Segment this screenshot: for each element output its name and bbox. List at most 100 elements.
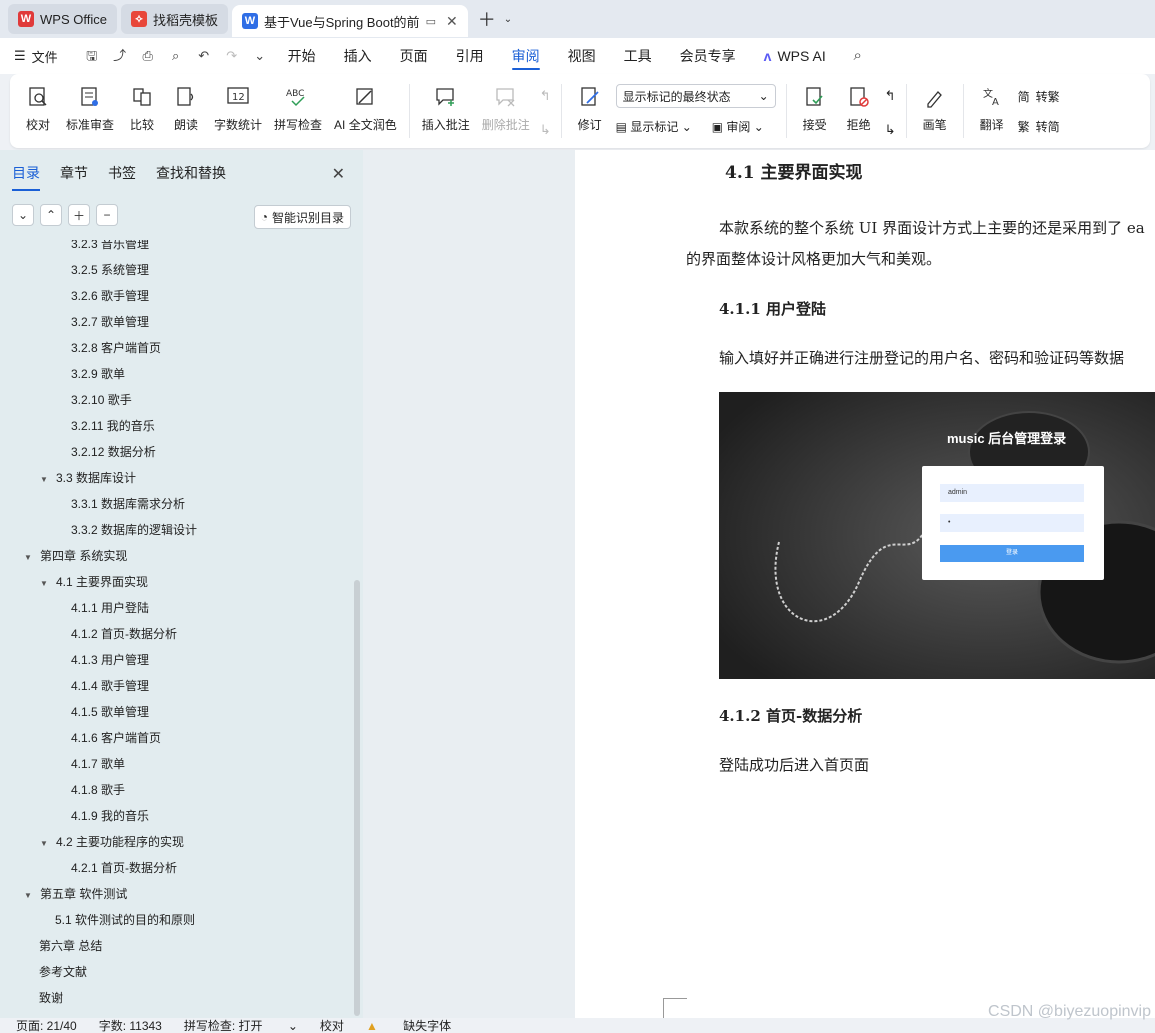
- smart-toc-button[interactable]: ◔ 智能识别目录: [253, 205, 351, 229]
- spell-check-indicator[interactable]: 拼写检查: 打开 ⌄: [184, 1017, 298, 1033]
- save-icon[interactable]: 🖫: [84, 48, 100, 64]
- menu-reference[interactable]: 引用: [456, 38, 484, 74]
- word-count-indicator[interactable]: 字数: 11343: [99, 1017, 162, 1033]
- menu-view[interactable]: 视图: [568, 38, 596, 74]
- toc-item[interactable]: 3.3.1 数据库需求分析: [71, 494, 185, 514]
- delete-comment-button[interactable]: 删除批注: [476, 80, 536, 142]
- close-pane-icon[interactable]: ✕: [332, 164, 345, 184]
- menu-member[interactable]: 会员专享: [680, 38, 736, 74]
- chevron-down-icon[interactable]: ⌄: [504, 14, 512, 25]
- remove-heading-icon[interactable]: −: [96, 204, 118, 226]
- tab-bookmarks[interactable]: 书签: [108, 163, 136, 183]
- search-icon[interactable]: ⌕: [850, 48, 866, 64]
- menu-tools[interactable]: 工具: [624, 38, 652, 74]
- close-tab-icon[interactable]: ✕: [446, 13, 458, 30]
- document-page[interactable]: 4.1 主要界面实现 本款系统的整个系统 UI 界面设计方式上主要的还是采用到了…: [575, 150, 1155, 1018]
- toc-item[interactable]: 4.1.8 歌手: [71, 780, 125, 800]
- toc-item[interactable]: 3.2.7 歌单管理: [71, 312, 149, 332]
- toc-item[interactable]: 4.1.2 首页-数据分析: [71, 624, 177, 644]
- toc-item[interactable]: ▼ 4.2 主要功能程序的实现: [40, 832, 184, 852]
- toc-item[interactable]: 3.2.6 歌手管理: [71, 286, 149, 306]
- expand-toggle-icon[interactable]: ▼: [40, 470, 50, 490]
- redo-icon[interactable]: ↷: [224, 48, 240, 64]
- toc-item[interactable]: 3.2.3 音乐管理: [71, 240, 149, 254]
- share-icon[interactable]: ⤴: [112, 48, 128, 64]
- toc-item[interactable]: 参考文献: [39, 962, 87, 982]
- toc-item[interactable]: 4.1.5 歌单管理: [71, 702, 149, 722]
- toc-item[interactable]: 3.2.10 歌手: [71, 390, 132, 410]
- print-preview-icon[interactable]: ⌕: [168, 48, 184, 64]
- toc-item[interactable]: ▼ 第四章 系统实现: [24, 546, 127, 566]
- expand-toggle-icon[interactable]: ▼: [40, 574, 50, 594]
- track-changes-button[interactable]: 修订: [568, 80, 612, 142]
- missing-font-indicator[interactable]: ▲ 缺失字体: [366, 1017, 473, 1033]
- spell-check-button[interactable]: ABC 拼写检查: [268, 80, 328, 142]
- menu-page[interactable]: 页面: [400, 38, 428, 74]
- expand-up-icon[interactable]: ⌃: [40, 204, 62, 226]
- prev-change-icon[interactable]: ↰: [885, 88, 896, 104]
- proof-indicator[interactable]: 校对: [320, 1017, 344, 1033]
- ai-polish-button[interactable]: AI 全文润色: [328, 80, 403, 142]
- print-icon[interactable]: ⎙: [140, 48, 156, 64]
- toc-item[interactable]: 3.2.8 客户端首页: [71, 338, 161, 358]
- prev-comment-icon[interactable]: ↰: [540, 88, 551, 104]
- tab-docer[interactable]: ⟡ 找稻壳模板: [120, 4, 228, 34]
- toc-item[interactable]: 4.1.6 客户端首页: [71, 728, 161, 748]
- reject-button[interactable]: 拒绝: [837, 80, 881, 142]
- proof-button[interactable]: 校对: [16, 80, 60, 142]
- toc-item[interactable]: 3.3.2 数据库的逻辑设计: [71, 520, 197, 540]
- toc-item[interactable]: 3.2.9 歌单: [71, 364, 125, 384]
- tab-wps-office[interactable]: W WPS Office: [8, 4, 117, 34]
- expand-toggle-icon[interactable]: ▼: [40, 834, 50, 854]
- toc-item[interactable]: 3.2.11 我的音乐: [71, 416, 155, 436]
- tab-toc[interactable]: 目录: [12, 163, 40, 191]
- menu-review[interactable]: 审阅: [511, 38, 540, 74]
- wps-ai-button[interactable]: ᴧ WPS AI: [764, 48, 826, 64]
- tab-find-replace[interactable]: 查找和替换: [156, 163, 226, 183]
- toc-item[interactable]: ▼ 3.3 数据库设计: [40, 468, 136, 488]
- tab-sections[interactable]: 章节: [60, 163, 88, 183]
- toc-item[interactable]: 3.2.5 系统管理: [71, 260, 149, 280]
- translate-button[interactable]: 文A 翻译: [970, 80, 1014, 142]
- toc-scrollbar[interactable]: [354, 580, 360, 1016]
- expand-toggle-icon[interactable]: ▼: [24, 548, 34, 568]
- insert-comment-button[interactable]: 插入批注: [416, 80, 476, 142]
- add-heading-icon[interactable]: ＋: [68, 204, 90, 226]
- standard-review-button[interactable]: 标准审查: [60, 80, 120, 142]
- markup-select[interactable]: 显示标记的最终状态 ⌄: [615, 84, 776, 108]
- toc-item[interactable]: 4.1.1 用户登陆: [71, 598, 149, 618]
- tab-document[interactable]: W 基于Vue与Spring Boot的前 ▭ ✕: [231, 5, 468, 37]
- menu-insert[interactable]: 插入: [344, 38, 372, 74]
- pen-button[interactable]: 画笔: [913, 80, 957, 142]
- toc-item[interactable]: 第六章 总结: [39, 936, 102, 956]
- file-menu[interactable]: ☰ 文件: [14, 47, 58, 66]
- compare-button[interactable]: 比较: [120, 80, 164, 142]
- toc-item[interactable]: 4.1.9 我的音乐: [71, 806, 149, 826]
- page-indicator[interactable]: 页面: 21/40: [16, 1017, 77, 1033]
- toc-item[interactable]: 4.1.4 歌手管理: [71, 676, 149, 696]
- toc-item[interactable]: 5.1 软件测试的目的和原则: [55, 910, 195, 930]
- collapse-all-icon[interactable]: ⌄: [12, 204, 34, 226]
- expand-toggle-icon[interactable]: ▼: [24, 886, 34, 906]
- toc-item[interactable]: ▼ 第五章 软件测试: [24, 884, 127, 904]
- menu-start[interactable]: 开始: [288, 38, 316, 74]
- next-comment-icon[interactable]: ↳: [540, 122, 551, 138]
- show-markup-button[interactable]: ▤ 显示标记 ⌄: [616, 118, 692, 135]
- to-simplified-button[interactable]: 繁转简: [1018, 114, 1060, 138]
- review-pane-button[interactable]: ▣ 审阅 ⌄: [712, 118, 764, 135]
- accept-button[interactable]: 接受: [793, 80, 837, 142]
- screen-icon[interactable]: ▭: [426, 15, 436, 28]
- read-aloud-button[interactable]: 朗读: [164, 80, 208, 142]
- toc-item[interactable]: 4.1.7 歌单: [71, 754, 125, 774]
- to-traditional-button[interactable]: 简转繁: [1018, 84, 1060, 108]
- toc-item[interactable]: ▼ 4.1 主要界面实现: [40, 572, 148, 592]
- undo-icon[interactable]: ↶: [196, 48, 212, 64]
- toc-item[interactable]: 3.2.12 数据分析: [71, 442, 156, 462]
- new-tab-icon[interactable]: ＋: [478, 6, 496, 32]
- next-change-icon[interactable]: ↳: [885, 122, 896, 138]
- toc-item[interactable]: 4.2.1 首页-数据分析: [71, 858, 177, 878]
- toc-item[interactable]: 4.1.3 用户管理: [71, 650, 149, 670]
- more-chevron-icon[interactable]: ⌄: [252, 48, 268, 64]
- word-count-button[interactable]: 12 字数统计: [208, 80, 268, 142]
- toc-item[interactable]: 致谢: [39, 988, 63, 1008]
